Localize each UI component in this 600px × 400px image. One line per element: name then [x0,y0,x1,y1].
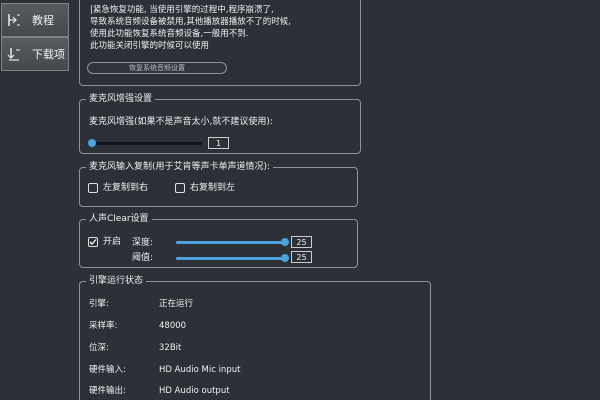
hardware-input-label: 硬件输入: [89,365,126,375]
mic-copy-group: 麦克风输入复制(用于艾肯等声卡单声道情况): 左复制到右 右复制到左 [79,160,358,207]
voice-clear-title: 人声Clear设置 [86,212,152,226]
voice-clear-enable-checkbox[interactable] [88,237,98,247]
bit-depth-label: 位深: [89,343,109,353]
bit-depth-value: 32Bit [159,343,182,353]
sidebar-item-tutorial[interactable]: 教程 [1,3,69,37]
engine-status-group: 引擎运行状态 引擎: 正在运行 采样率: 48000 位深: 32Bit 硬件输… [79,274,431,400]
restore-audio-settings-button[interactable]: 恢复系统音频设置 [87,62,227,74]
threshold-value-field[interactable]: 25 [291,251,312,263]
threshold-slider[interactable] [176,254,289,262]
mic-boost-title: 麦克风增强设置 [86,92,156,106]
mic-copy-title: 麦克风输入复制(用于艾肯等声卡单声道情况): [86,160,274,174]
threshold-slider-thumb[interactable] [281,254,289,262]
sidebar-item-label: 下载项 [32,48,65,61]
mic-boost-slider[interactable] [88,139,202,147]
tutorial-icon [2,12,26,28]
mic-boost-label: 麦克风增强(如果不是声音太小,就不建议使用): [89,117,273,127]
emergency-recovery-group: |紧急恢复功能, 当使用引擎的过程中,程序崩溃了, 导致系统音频设备被禁用,其他… [79,0,361,86]
mic-boost-slider-thumb[interactable] [88,139,96,147]
engine-label: 引擎: [89,299,109,309]
voice-clear-group: 人声Clear设置 开启 深度: 25 阈值: 25 [79,212,358,268]
depth-slider-thumb[interactable] [281,238,289,246]
emergency-line: 此功能关闭引擎的时候可以使用 [90,41,210,51]
engine-value: 正在运行 [159,299,194,309]
depth-slider[interactable] [176,238,289,246]
threshold-slider-fill [176,257,285,260]
depth-slider-fill [176,241,285,244]
left-to-right-label: 左复制到右 [103,183,149,193]
sidebar-item-download[interactable]: 下载项 [1,37,69,71]
depth-label: 深度: [132,238,154,248]
app-window: 教程 下载项 |紧急恢复功能, 当使用引擎的过程中,程序崩溃了, 导致系统音频设… [0,0,600,400]
right-to-left-label: 右复制到左 [190,183,236,193]
sample-rate-label: 采样率: [89,321,118,331]
hardware-output-value: HD Audio output [159,386,230,396]
left-to-right-checkbox[interactable] [88,183,98,193]
hardware-input-value: HD Audio Mic input [159,365,241,375]
threshold-label: 阈值: [132,253,154,263]
check-icon [89,239,97,245]
engine-status-title: 引擎运行状态 [86,274,147,288]
emergency-line: |紧急恢复功能, 当使用引擎的过程中,程序崩溃了, [90,5,274,15]
emergency-line: 导致系统音频设备被禁用,其他播放器播放不了的时候, [90,17,291,27]
download-icon [2,46,26,62]
mic-boost-value-field[interactable]: 1 [208,137,229,149]
voice-clear-enable-label: 开启 [103,237,122,247]
sidebar: 教程 下载项 [0,0,74,400]
mic-boost-group: 麦克风增强设置 麦克风增强(如果不是声音太小,就不建议使用): 1 [79,92,361,154]
depth-value-field[interactable]: 25 [291,236,312,248]
hardware-output-label: 硬件输出: [89,386,126,396]
emergency-line: 使用此功能恢复系统音频设备,一般用不到. [90,29,249,39]
sidebar-item-label: 教程 [32,14,54,27]
emergency-description: |紧急恢复功能, 当使用引擎的过程中,程序崩溃了, 导致系统音频设备被禁用,其他… [90,4,291,52]
right-to-left-checkbox[interactable] [175,183,185,193]
sample-rate-value: 48000 [159,321,187,331]
